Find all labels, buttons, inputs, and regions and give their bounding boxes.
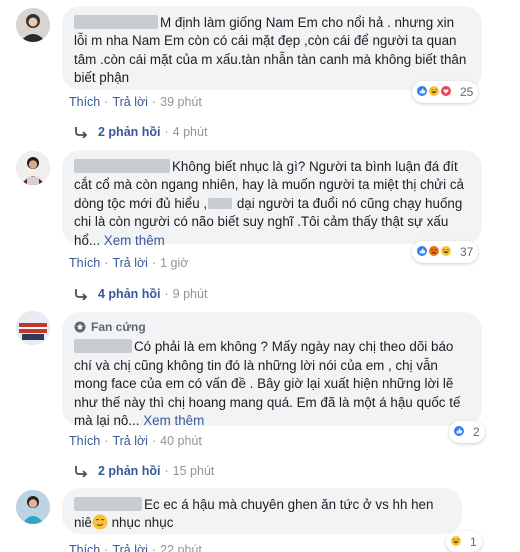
reaction-count: 25 xyxy=(460,85,474,99)
view-replies[interactable]: 4 phản hồi · 9 phút xyxy=(75,287,207,301)
fan-badge-label: Fan cứng xyxy=(91,320,146,334)
see-more-link[interactable]: Xem thêm xyxy=(104,233,165,248)
blurred-name xyxy=(208,197,233,209)
comment-text-part-2: nhục nhục xyxy=(107,515,174,531)
replies-count[interactable]: 4 phản hồi xyxy=(98,287,161,301)
blurred-username xyxy=(74,497,142,511)
comment-bubble: Fan cứng Có phải là em không ? Mấy ngày … xyxy=(62,312,482,429)
comment-actions: Thích · Trả lời · 40 phút xyxy=(69,434,202,448)
reply-button[interactable]: Trả lời xyxy=(112,543,148,552)
reply-button[interactable]: Trả lời xyxy=(112,95,148,109)
reaction-count: 2 xyxy=(473,425,480,439)
smirk-emoji-icon xyxy=(92,514,108,530)
reply-arrow-icon xyxy=(75,127,88,138)
love-icon xyxy=(439,83,456,101)
blurred-username xyxy=(74,159,170,173)
comment-actions: Thích · Trả lời · 1 giờ xyxy=(69,256,189,270)
like-button[interactable]: Thích xyxy=(69,543,100,552)
blurred-username xyxy=(74,15,158,29)
avatar[interactable] xyxy=(16,151,50,185)
comment-timestamp[interactable]: 40 phút xyxy=(160,434,202,448)
like-icon xyxy=(452,423,469,441)
see-more-link[interactable]: Xem thêm xyxy=(143,413,204,428)
view-replies[interactable]: 2 phản hồi · 15 phút xyxy=(75,464,214,478)
reply-arrow-icon xyxy=(75,289,88,300)
reply-button[interactable]: Trả lời xyxy=(112,434,148,448)
comment-bubble: M định làm giống Nam Em cho nổi hả . như… xyxy=(62,6,482,90)
replies-time: 4 phút xyxy=(172,125,208,139)
comment-actions: Thích · Trả lời · 22 phút xyxy=(69,543,202,552)
replies-count[interactable]: 2 phản hồi xyxy=(98,464,161,478)
replies-time: 9 phút xyxy=(172,287,208,301)
reply-arrow-icon xyxy=(75,466,88,477)
blurred-username xyxy=(74,339,132,354)
reaction-count: 1 xyxy=(470,535,477,549)
like-button[interactable]: Thích xyxy=(69,256,100,270)
view-replies[interactable]: 2 phản hồi · 4 phút xyxy=(75,125,207,139)
comment-timestamp[interactable]: 1 giờ xyxy=(160,256,188,270)
avatar[interactable] xyxy=(16,311,50,345)
fan-badge: Fan cứng xyxy=(74,318,470,336)
like-button[interactable]: Thích xyxy=(69,434,100,448)
haha-icon xyxy=(449,533,466,551)
comment-timestamp[interactable]: 39 phút xyxy=(160,95,202,109)
reply-button[interactable]: Trả lời xyxy=(112,256,148,270)
avatar[interactable] xyxy=(16,490,50,524)
comment-bubble: Ec ec á hậu mà chuyên ghen ăn tức ở vs h… xyxy=(62,488,462,534)
reaction-summary[interactable]: 1 xyxy=(446,531,482,552)
reaction-count: 37 xyxy=(460,245,474,259)
comment-bubble: Không biết nhục là gì? Người ta bình luậ… xyxy=(62,150,482,248)
comment-timestamp[interactable]: 22 phút xyxy=(160,543,202,552)
comment-thread: M định làm giống Nam Em cho nổi hả . như… xyxy=(0,0,520,552)
like-button[interactable]: Thích xyxy=(69,95,100,109)
fan-star-icon xyxy=(74,321,86,333)
avatar[interactable] xyxy=(16,8,50,42)
haha-icon xyxy=(439,243,456,261)
replies-time: 15 phút xyxy=(172,464,215,478)
replies-count[interactable]: 2 phản hồi xyxy=(98,125,161,139)
reaction-summary[interactable]: 37 xyxy=(412,241,479,263)
reaction-summary[interactable]: 25 xyxy=(412,81,479,103)
comment-actions: Thích · Trả lời · 39 phút xyxy=(69,95,202,109)
comment-text: Có phải là em không ? Mấy ngày nay chị t… xyxy=(74,339,461,429)
reaction-summary[interactable]: 2 xyxy=(449,421,485,443)
